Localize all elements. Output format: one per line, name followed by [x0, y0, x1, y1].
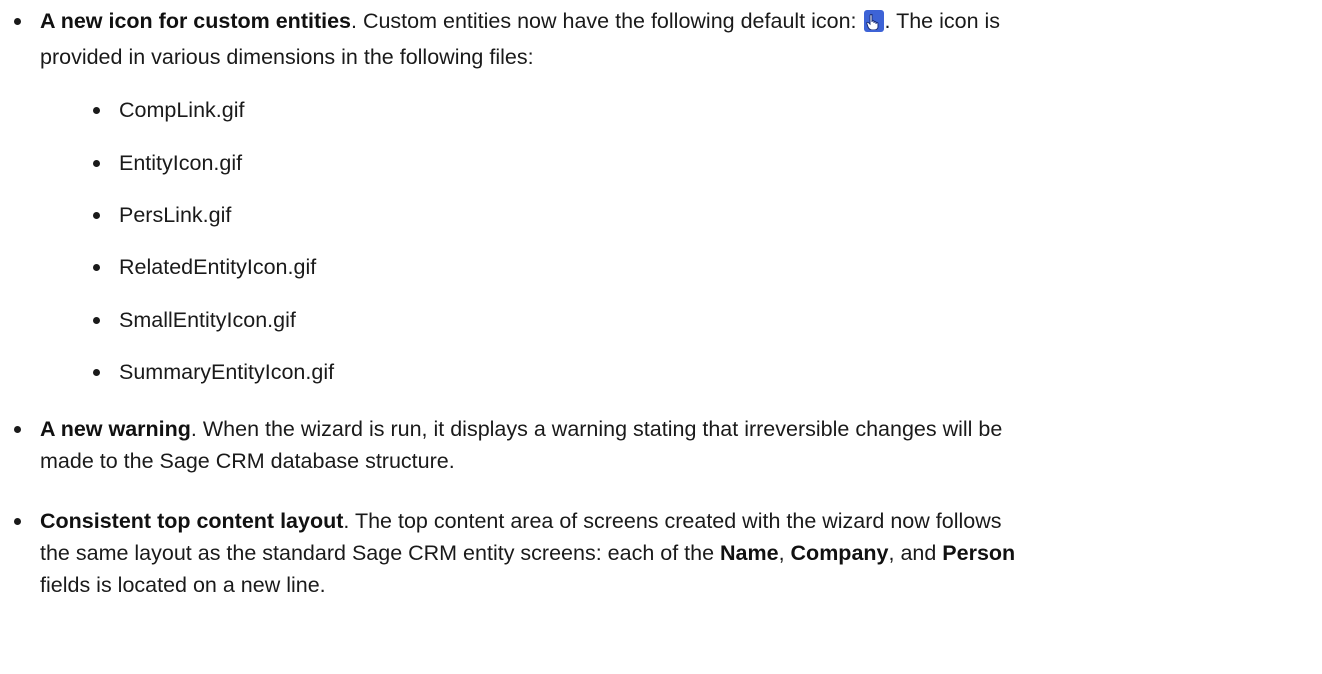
field-company: Company: [790, 541, 889, 565]
file-item: CompLink.gif: [119, 98, 245, 122]
list-item-line: provided in various dimensions in the fo…: [40, 45, 534, 69]
field-person: Person: [942, 541, 1016, 565]
bullet: [14, 426, 21, 433]
list-item-line: Consistent top content layout. The top c…: [40, 509, 1002, 533]
file-item: RelatedEntityIcon.gif: [119, 255, 317, 279]
list-item-line: made to the Sage CRM database structure.: [40, 449, 455, 473]
item-title: Consistent top content layout: [40, 509, 344, 533]
field-name: Name: [720, 541, 779, 565]
bullet: [93, 212, 100, 219]
bullet: [14, 18, 21, 25]
file-item: PersLink.gif: [119, 203, 232, 227]
bullet: [93, 160, 100, 167]
hand-pointer-icon: [863, 10, 884, 32]
bullet: [93, 264, 100, 271]
list-item-line: the same layout as the standard Sage CRM…: [40, 541, 1016, 565]
bullet: [93, 107, 100, 114]
bullet: [14, 518, 21, 525]
file-item: EntityIcon.gif: [119, 151, 243, 175]
list-item-line: A new warning. When the wizard is run, i…: [40, 417, 1003, 441]
list-item-line: A new icon for custom entities. Custom e…: [40, 9, 1001, 33]
bullet: [93, 317, 100, 324]
bullet: [93, 369, 100, 376]
item-title: A new icon for custom entities: [40, 9, 351, 33]
file-item: SmallEntityIcon.gif: [119, 308, 296, 332]
file-item: SummaryEntityIcon.gif: [119, 360, 335, 384]
item-title: A new warning: [40, 417, 191, 441]
list-item-line: fields is located on a new line.: [40, 573, 326, 597]
